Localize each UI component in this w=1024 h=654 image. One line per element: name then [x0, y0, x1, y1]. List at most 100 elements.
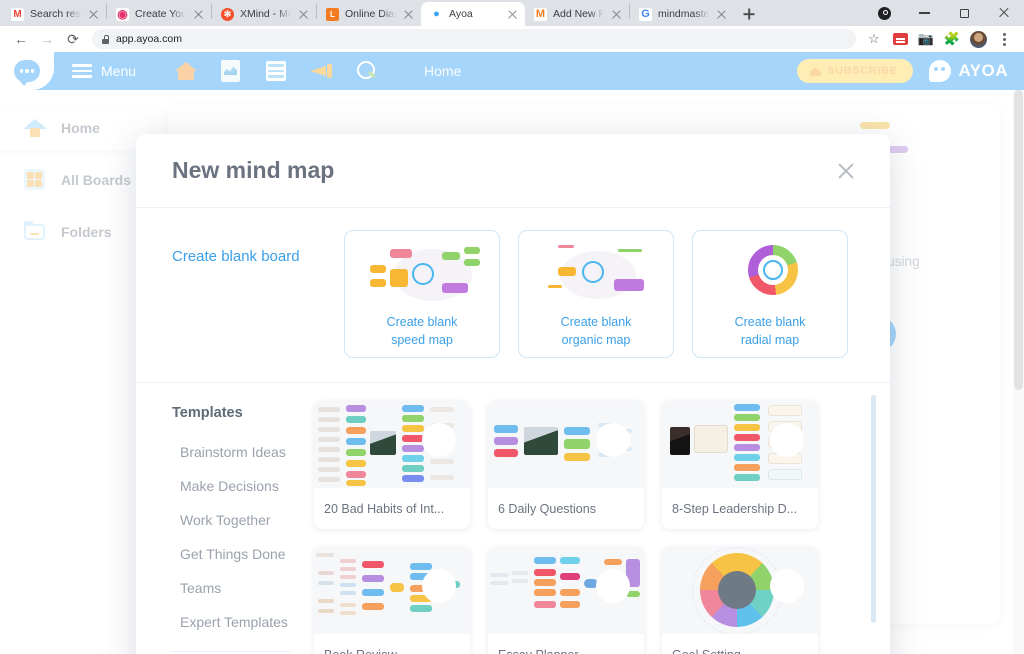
template-card[interactable]: 8-Step Leadership D... — [662, 401, 818, 529]
template-grid-scroll-area[interactable]: 20 Bad Habits of Int... 6 Daily Question… — [308, 383, 890, 654]
template-card[interactable]: Essay Planner — [488, 547, 644, 654]
new-tab-button[interactable] — [736, 2, 762, 26]
template-name: Essay Planner — [488, 634, 644, 654]
radial-wheel-map — [662, 547, 818, 634]
browser-toolbar: ← → ⟳ app.ayoa.com ☆ 📷 🧩 — [0, 26, 1024, 52]
create-blank-organic-map-card[interactable]: Create blank organic map — [518, 230, 674, 358]
close-icon[interactable] — [297, 8, 310, 21]
google-icon: G — [639, 7, 652, 21]
category-make-decisions[interactable]: Make Decisions — [172, 469, 308, 503]
card-caption: Create blank speed map — [386, 315, 458, 348]
template-name: 8-Step Leadership D... — [672, 501, 798, 516]
close-icon[interactable] — [610, 8, 623, 21]
page-title: New mind map — [172, 157, 335, 183]
template-grid: 20 Bad Habits of Int... 6 Daily Question… — [308, 401, 890, 654]
browser-tab[interactable]: G mindmaster pricing — [630, 2, 734, 26]
new-mind-map-dialog: New mind map Create blank board Create b… — [136, 134, 890, 654]
category-get-things-done[interactable]: Get Things Done — [172, 537, 308, 571]
close-icon[interactable] — [402, 8, 415, 21]
category-brainstorm-ideas[interactable]: Brainstorm Ideas — [172, 435, 308, 469]
browser-tab[interactable]: ◉ Create Your Mind M — [107, 2, 211, 26]
templates-scrollbar-thumb[interactable] — [871, 395, 876, 623]
avatar — [422, 569, 456, 603]
linear-map — [488, 401, 644, 488]
category-teams[interactable]: Teams — [172, 571, 308, 605]
ayoa-icon: ● — [430, 7, 443, 21]
minimize-button[interactable] — [904, 0, 944, 26]
template-name: Goal Setting — [662, 634, 818, 654]
close-icon[interactable] — [715, 8, 728, 21]
dense-tree-map — [314, 401, 470, 488]
xmind-icon: ✻ — [221, 7, 234, 21]
template-photo — [670, 427, 690, 455]
profile-indicator-button[interactable] — [864, 0, 904, 26]
center-node-icon — [763, 260, 783, 280]
close-icon[interactable] — [506, 8, 519, 21]
toolbar-icon-group: ☆ 📷 🧩 — [862, 27, 1016, 51]
window-controls — [864, 0, 1024, 26]
wordpress-icon: M — [534, 7, 547, 21]
bookmark-star-icon[interactable]: ☆ — [862, 27, 886, 51]
template-name: 6 Daily Questions — [498, 501, 596, 516]
template-card[interactable]: 20 Bad Habits of Int... — [314, 401, 470, 529]
leadership-map — [662, 401, 818, 488]
close-icon[interactable] — [830, 155, 862, 187]
browser-tab[interactable]: M Search results - ma — [2, 2, 106, 26]
adblock-extension-icon[interactable] — [888, 27, 912, 51]
create-blank-speed-map-card[interactable]: Create blank speed map — [344, 230, 500, 358]
tab-title: Online Diagram So — [345, 8, 396, 20]
avatar — [596, 423, 630, 457]
template-card[interactable]: Book Review — [314, 547, 470, 654]
templates-area: Templates Brainstorm Ideas Make Decision… — [136, 383, 890, 654]
category-expert-templates[interactable]: Expert Templates — [172, 605, 308, 639]
template-photo — [524, 427, 558, 455]
maximize-icon — [959, 8, 969, 18]
tab-title: Create Your Mind M — [135, 8, 186, 20]
browser-tab[interactable]: ✻ XMind - Mind Map — [212, 2, 316, 26]
minimize-icon — [918, 12, 930, 14]
avatar — [770, 569, 804, 603]
browser-tab[interactable]: M Add New Post ‹ M — [525, 2, 629, 26]
three-dot-menu-icon[interactable] — [992, 27, 1016, 51]
close-icon[interactable] — [192, 8, 205, 21]
browser-tab-active[interactable]: ● Ayoa — [421, 2, 525, 26]
avatar[interactable] — [966, 27, 990, 51]
browser-tabstrip: M Search results - ma ◉ Create Your Mind… — [0, 0, 1024, 26]
address-bar[interactable]: app.ayoa.com — [92, 29, 856, 49]
center-node-icon — [582, 261, 604, 283]
tab-title: Add New Post ‹ M — [553, 8, 604, 20]
browser-chrome: M Search results - ma ◉ Create Your Mind… — [0, 0, 1024, 52]
dialog-header: New mind map — [136, 134, 890, 208]
book-review-map — [314, 547, 470, 634]
reload-button[interactable]: ⟳ — [60, 26, 86, 52]
blank-card-list: Create blank speed map Create blank orga… — [344, 230, 848, 358]
browser-tab[interactable]: L Online Diagram So — [317, 2, 421, 26]
template-card[interactable]: Goal Setting — [662, 547, 818, 654]
ayoa-app: Menu Home SUBSCRIBE AYOA — [0, 52, 1024, 654]
template-card[interactable]: 6 Daily Questions — [488, 401, 644, 529]
create-blank-board-label: Create blank board — [172, 248, 300, 265]
mindmeister-icon: ◉ — [116, 7, 129, 21]
forward-button[interactable]: → — [34, 26, 60, 52]
puzzle-extensions-icon[interactable]: 🧩 — [940, 27, 964, 51]
lock-icon — [102, 34, 110, 44]
screenshot-extension-icon[interactable]: 📷 — [914, 27, 938, 51]
templates-sidebar: Templates Brainstorm Ideas Make Decision… — [136, 383, 308, 654]
maximize-button[interactable] — [944, 0, 984, 26]
card-caption: Create blank organic map — [560, 315, 632, 348]
create-blank-radial-map-card[interactable]: Create blank radial map — [692, 230, 848, 358]
organic-map-art — [526, 243, 666, 305]
category-work-together[interactable]: Work Together — [172, 503, 308, 537]
back-button[interactable]: ← — [8, 26, 34, 52]
address-bar-url: app.ayoa.com — [116, 33, 182, 45]
close-icon[interactable] — [87, 8, 100, 21]
tab-title: Search results - ma — [30, 8, 81, 20]
window-close-button[interactable] — [984, 0, 1024, 26]
speed-map-art — [352, 243, 492, 305]
gmail-icon: M — [11, 7, 24, 21]
tab-title: Ayoa — [449, 8, 473, 20]
card-caption: Create blank radial map — [734, 315, 806, 348]
create-blank-board-section: Create blank board Create blank speed ma… — [136, 208, 890, 383]
lucidchart-icon: L — [326, 7, 339, 21]
essay-planner-map — [488, 547, 644, 634]
